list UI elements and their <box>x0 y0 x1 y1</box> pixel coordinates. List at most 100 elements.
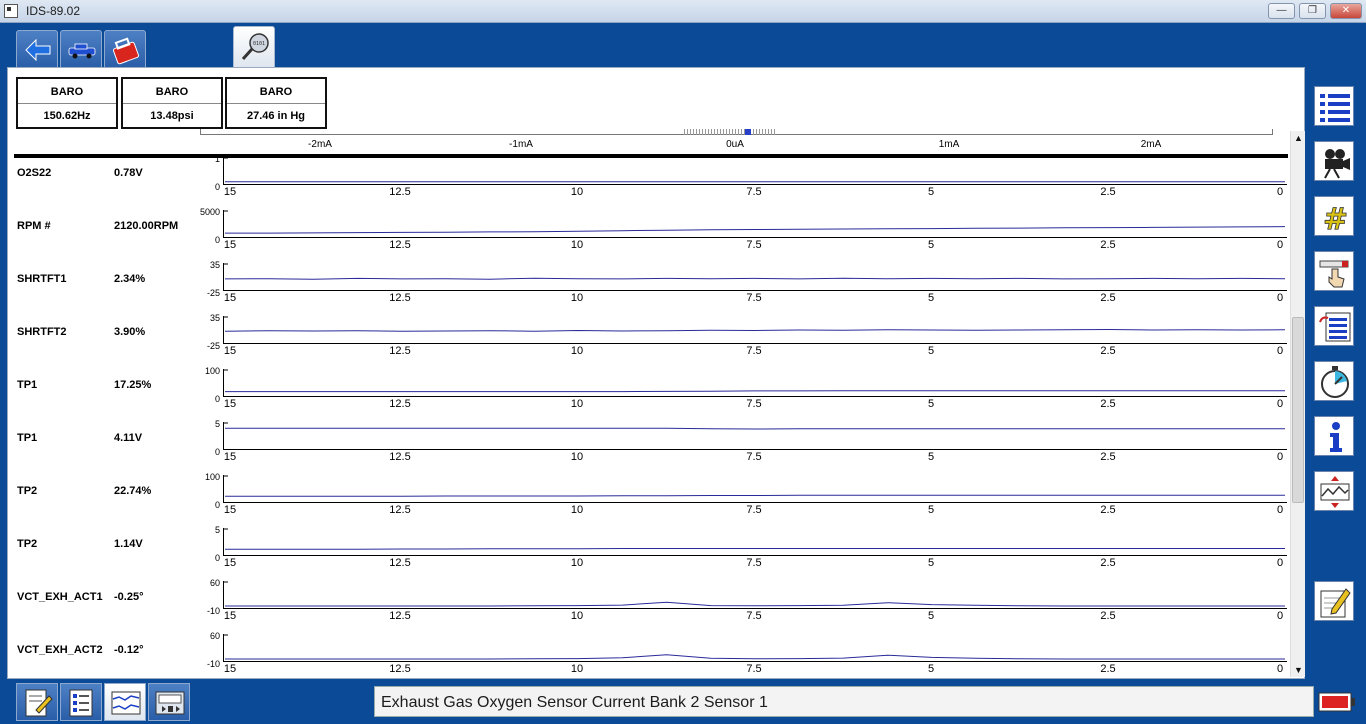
current-axis-label: -2mA <box>308 139 332 150</box>
time-axis-tick: 10 <box>570 451 584 463</box>
pid-graph[interactable] <box>223 634 1287 662</box>
pid-name[interactable]: VCT_EXH_ACT1 <box>17 591 103 603</box>
pid-trace <box>225 494 1285 497</box>
y-axis-min-label: 0 <box>214 500 220 510</box>
time-axis-tick: 10 <box>570 610 584 622</box>
pid-box-value: 27.46 in Hg <box>246 110 306 122</box>
pid-graph[interactable] <box>223 263 1287 291</box>
time-axis-tick: 2.5 <box>1100 345 1116 357</box>
time-axis-tick: 5 <box>927 504 935 516</box>
time-axis-tick: 10 <box>570 663 584 675</box>
pid-trace <box>225 654 1285 660</box>
pid-name[interactable]: TP2 <box>17 538 37 550</box>
pid-graph[interactable] <box>223 316 1287 344</box>
select-pids-button[interactable] <box>1314 306 1354 346</box>
datalogger-tab[interactable]: 0101 <box>233 26 275 68</box>
pid-list-button[interactable] <box>1314 86 1354 126</box>
info-icon <box>1330 422 1342 452</box>
time-axis-tick: 10 <box>570 504 584 516</box>
time-axis-tick: 7.5 <box>746 504 762 516</box>
pid-graph[interactable] <box>223 210 1287 238</box>
pid-name[interactable]: VCT_EXH_ACT2 <box>17 644 103 656</box>
info-button[interactable] <box>1314 416 1354 456</box>
time-axis-tick: 7.5 <box>746 398 762 410</box>
pid-box-title: BARO <box>259 86 293 98</box>
pid-box-divider <box>227 103 325 104</box>
hash-button[interactable]: # <box>1314 196 1354 236</box>
pid-graph[interactable] <box>223 528 1287 556</box>
pid-box[interactable]: BARO 150.62Hz <box>16 77 118 129</box>
vehicle-icon <box>68 43 96 59</box>
graph-view-button[interactable] <box>104 683 146 721</box>
current-axis-label: 2mA <box>1140 139 1162 150</box>
pid-value: 22.74% <box>114 485 152 497</box>
time-axis-tick: 12.5 <box>389 345 411 357</box>
y-axis-max-label: 1 <box>214 154 220 164</box>
current-axis-label: 1mA <box>938 139 960 150</box>
time-axis-tick: 5 <box>927 398 935 410</box>
pid-graph[interactable] <box>223 581 1287 609</box>
pid-graph[interactable] <box>223 157 1287 185</box>
pid-name[interactable]: SHRTFT1 <box>17 273 67 285</box>
y-axis-min-label: 0 <box>214 235 220 245</box>
minimize-button[interactable]: — <box>1268 3 1295 19</box>
report-button[interactable] <box>16 683 58 721</box>
y-axis-max-label: 100 <box>204 472 220 482</box>
record-camera-icon <box>1324 149 1350 179</box>
time-axis-tick: 2.5 <box>1100 398 1116 410</box>
pid-graph[interactable] <box>223 369 1287 397</box>
y-axis-max-label: 35 <box>209 313 220 323</box>
graph-scale-button[interactable] <box>1314 471 1354 511</box>
pid-value: 0.78V <box>114 167 143 179</box>
pid-value: 3.90% <box>114 326 146 338</box>
pid-trace <box>225 226 1286 234</box>
pid-name[interactable]: O2S22 <box>17 167 51 179</box>
scroll-up-arrow-icon[interactable]: ▲ <box>1291 131 1306 145</box>
time-axis-tick: 0 <box>1276 663 1284 675</box>
pid-name[interactable]: TP2 <box>17 485 37 497</box>
toolbox-tab[interactable] <box>104 30 146 68</box>
time-axis-tick: 7.5 <box>746 239 762 251</box>
pid-graph[interactable] <box>223 422 1287 450</box>
close-button[interactable]: ✕ <box>1330 3 1362 19</box>
report-icon <box>25 689 53 717</box>
time-axis-tick: 15 <box>223 345 237 357</box>
time-axis-tick: 0 <box>1276 345 1284 357</box>
pid-list-icon <box>1320 94 1350 122</box>
pid-name[interactable]: TP1 <box>17 432 37 444</box>
time-axis-tick: 10 <box>570 345 584 357</box>
time-axis-tick: 15 <box>223 292 237 304</box>
pid-box[interactable]: BARO 13.48psi <box>121 77 223 129</box>
y-axis-min-label: 0 <box>214 553 220 563</box>
pid-name[interactable]: RPM # <box>17 220 51 232</box>
window-title: IDS-89.02 <box>26 4 81 18</box>
pid-value: -0.12° <box>114 644 144 656</box>
vertical-scrollbar[interactable]: ▲ ▼ <box>1290 131 1305 677</box>
pid-value: 2120.00RPM <box>114 220 179 232</box>
pid-box[interactable]: BARO 27.46 in Hg <box>225 77 327 129</box>
time-axis-tick: 0 <box>1276 292 1284 304</box>
time-axis-tick: 0 <box>1276 504 1284 516</box>
y-axis-min-label: -25 <box>206 341 220 351</box>
time-axis-tick: 15 <box>223 186 237 198</box>
vehicle-tab[interactable] <box>60 30 102 68</box>
stopwatch-button[interactable] <box>1314 361 1354 401</box>
record-button[interactable] <box>1314 141 1354 181</box>
connect-tab[interactable] <box>16 30 58 68</box>
notes-edit-button[interactable] <box>1314 581 1354 621</box>
pid-name[interactable]: TP1 <box>17 379 37 391</box>
pid-value: 17.25% <box>114 379 152 391</box>
scroll-down-arrow-icon[interactable]: ▼ <box>1291 663 1306 677</box>
checklist-button[interactable] <box>60 683 102 721</box>
title-bar: IDS-89.02 — ❐ ✕ <box>0 0 1366 23</box>
current-axis-marker[interactable] <box>745 129 751 135</box>
scrollbar-thumb[interactable] <box>1292 317 1304 503</box>
pid-graph[interactable] <box>223 475 1287 503</box>
time-axis-tick: 15 <box>223 398 237 410</box>
playback-button[interactable] <box>148 683 190 721</box>
time-axis-tick: 10 <box>570 292 584 304</box>
time-axis-tick: 7.5 <box>746 610 762 622</box>
trigger-button[interactable] <box>1314 251 1354 291</box>
restore-button[interactable]: ❐ <box>1299 3 1326 19</box>
pid-name[interactable]: SHRTFT2 <box>17 326 67 338</box>
